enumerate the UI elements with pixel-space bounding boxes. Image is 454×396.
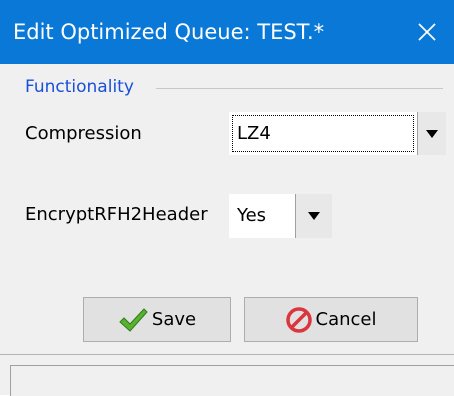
compression-label: Compression	[25, 123, 142, 144]
cancel-button-label: Cancel	[315, 309, 377, 330]
checkmark-icon	[118, 307, 148, 333]
compression-value: LZ4	[237, 123, 271, 144]
triangle-down-icon	[426, 129, 438, 138]
functionality-group-label: Functionality	[25, 77, 134, 97]
encrypt-rfh2-header-value: Yes	[237, 205, 267, 226]
encrypt-rfh2-header-dropdown[interactable]: Yes	[229, 194, 332, 238]
compression-dropdown-arrow[interactable]	[417, 112, 446, 155]
status-bar	[0, 354, 454, 396]
compression-dropdown[interactable]: LZ4	[229, 112, 446, 155]
window-title: Edit Optimized Queue: TEST.*	[13, 20, 325, 44]
save-button-label: Save	[151, 309, 197, 330]
edit-optimized-queue-dialog: Edit Optimized Queue: TEST.* Functionali…	[0, 0, 454, 396]
save-button[interactable]: Save	[83, 297, 231, 342]
title-bar[interactable]: Edit Optimized Queue: TEST.*	[0, 0, 454, 64]
close-button[interactable]	[400, 0, 454, 64]
dialog-body: Functionality Compression LZ4 EncryptRFH…	[0, 64, 454, 396]
close-icon	[418, 23, 436, 41]
no-entry-icon	[285, 306, 312, 333]
status-panel	[10, 365, 454, 396]
cancel-button[interactable]: Cancel	[244, 297, 418, 342]
triangle-down-icon	[308, 212, 320, 220]
encrypt-rfh2-header-dropdown-arrow[interactable]	[295, 194, 332, 238]
encrypt-rfh2-header-label: EncryptRFH2Header	[25, 204, 208, 225]
group-divider	[156, 88, 443, 89]
